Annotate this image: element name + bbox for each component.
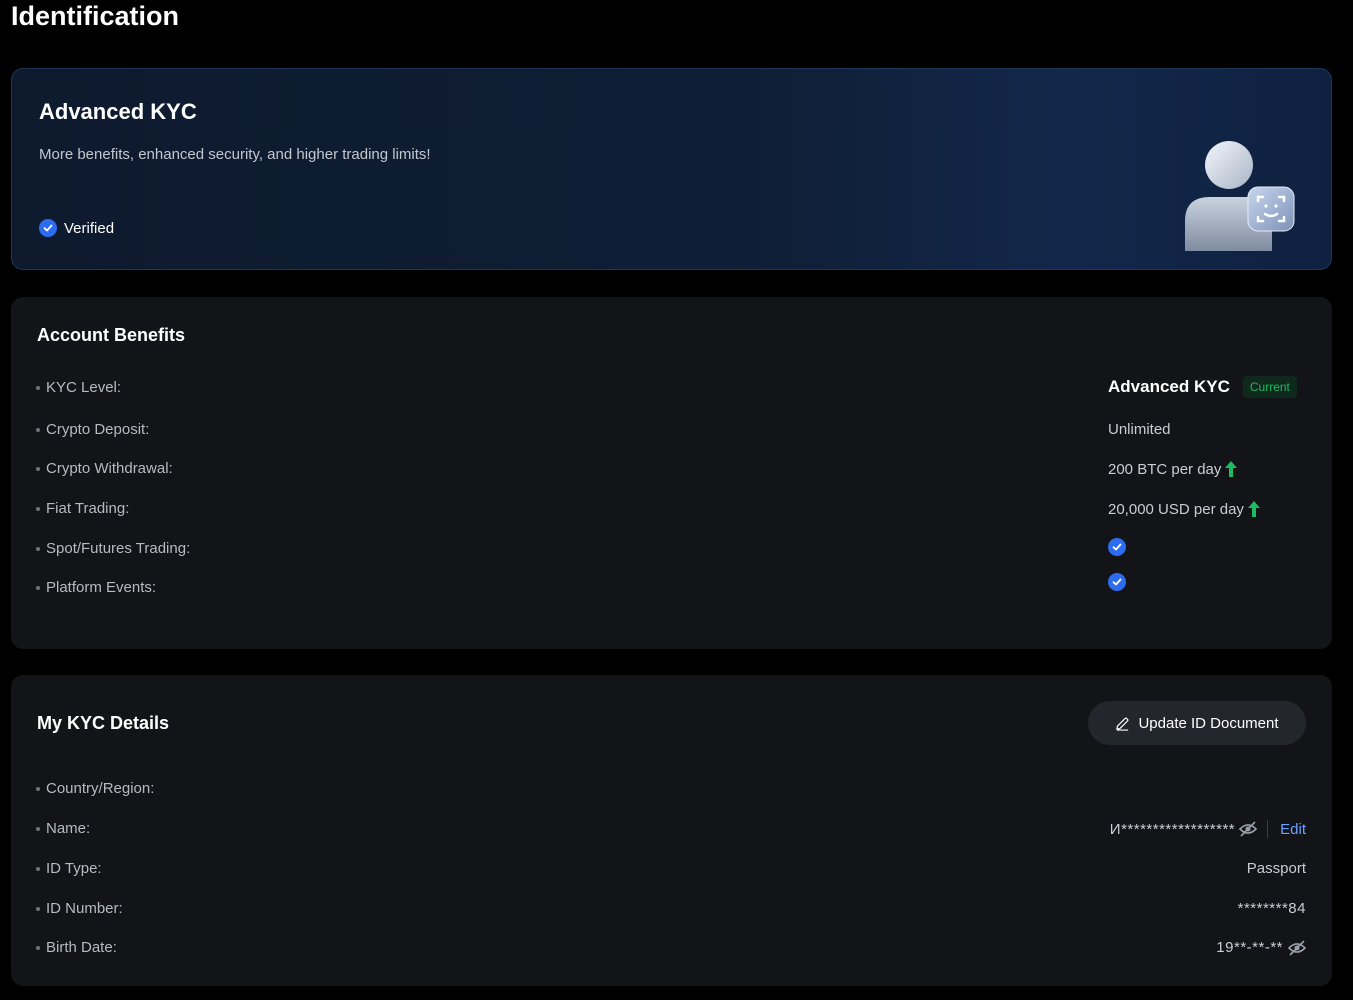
kyc-details-card: My KYC Details Update ID Document Countr… [11,675,1332,986]
current-badge: Current [1242,376,1297,398]
arrow-up-icon [1225,461,1238,477]
id-type-label: ID Type: [36,860,102,877]
fiat-trading-label: Fiat Trading: [36,500,129,517]
edit-pencil-icon [1116,716,1129,731]
eye-hidden-icon[interactable] [1288,939,1306,956]
spot-futures-value [1108,538,1126,556]
name-label: Name: [36,820,90,837]
check-icon [1108,538,1126,556]
verified-label: Verified [64,219,115,237]
page-title: Identification [11,1,179,31]
arrow-up-icon [1247,501,1260,517]
hero-title: Advanced KYC [39,99,197,124]
id-type-value: Passport [1246,860,1306,877]
crypto-deposit-value: Unlimited [1108,421,1171,438]
crypto-withdrawal-value: 200 BTC per day [1108,460,1238,478]
account-benefits-title: Account Benefits [37,325,186,345]
divider [1267,820,1269,838]
eye-hidden-icon[interactable] [1239,821,1258,837]
fiat-trading-value: 20,000 USD per day [1108,500,1261,518]
update-id-document-button[interactable]: Update ID Document [1088,701,1306,745]
birth-date-value: 19**-**-** [1216,939,1283,956]
id-number-value: ********84 [1237,900,1306,917]
birth-date-value-group: 19**-**-** [1216,939,1306,956]
birth-date-label: Birth Date: [36,939,117,956]
spot-futures-label: Spot/Futures Trading: [36,540,190,557]
name-value-group: И****************** Edit [1110,820,1306,838]
advanced-kyc-banner: Advanced KYC More benefits, enhanced sec… [11,68,1332,270]
platform-events-label: Platform Events: [36,579,156,596]
edit-name-link[interactable]: Edit [1280,821,1306,838]
platform-events-value [1108,573,1126,591]
update-id-document-label: Update ID Document [1138,714,1279,732]
verified-status: Verified [39,219,114,237]
kyc-level-value: Advanced KYC Current [1108,376,1297,398]
kyc-details-title: My KYC Details [37,713,170,733]
account-benefits-card: Account Benefits KYC Level: Advanced KYC… [11,297,1332,649]
crypto-deposit-label: Crypto Deposit: [36,421,149,438]
id-number-label: ID Number: [36,900,123,917]
country-label: Country/Region: [36,780,154,797]
crypto-withdrawal-label: Crypto Withdrawal: [36,460,173,477]
verified-check-icon [39,219,57,237]
name-value: И****************** [1109,820,1236,838]
hero-subtitle: More benefits, enhanced security, and hi… [39,146,431,163]
user-face-id-illustration [1185,141,1295,251]
check-icon [1108,573,1126,591]
kyc-level-label: KYC Level: [36,379,121,396]
